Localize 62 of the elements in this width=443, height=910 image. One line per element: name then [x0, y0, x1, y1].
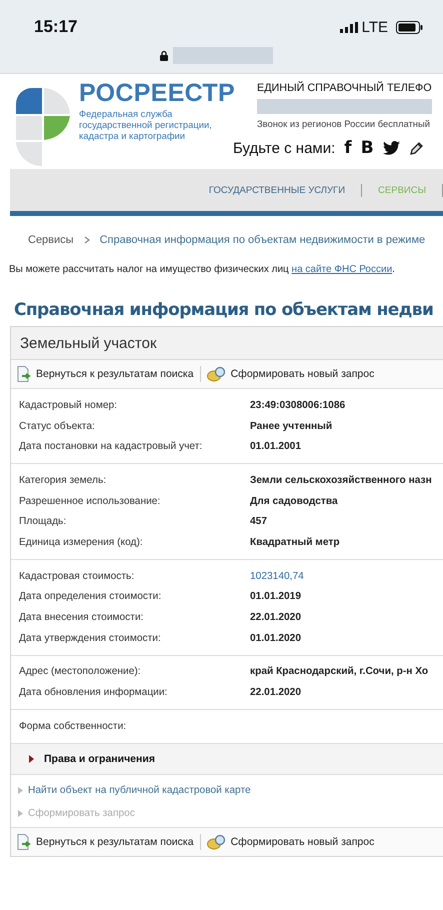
toolbar-button[interactable]: Сформировать новый запрос	[206, 366, 374, 382]
section-header[interactable]: Права и ограничения	[11, 744, 443, 775]
brand-name: РОСРЕЕСТР	[79, 78, 236, 108]
field-value: 01.01.2001	[250, 441, 301, 452]
field-value: Земли сельскохозяйственного назн	[250, 474, 432, 486]
field-value: Для садоводства	[250, 496, 338, 507]
nav-link[interactable]: ГОСУДАРСТВЕННЫЕ УСЛУГИ	[208, 184, 346, 196]
field-label: Категория земель:	[18, 474, 108, 486]
field-label: Дата внесения стоимости:	[18, 612, 144, 624]
social-label: Будьте с нами:	[233, 140, 336, 156]
battery-icon	[396, 20, 423, 34]
hotline-note: Звонок из регионов России бесплатный	[257, 117, 431, 130]
pencil-icon[interactable]	[408, 140, 424, 156]
field-label: Дата утверждения стоимости:	[18, 632, 162, 644]
signal-icon	[340, 22, 358, 32]
field-value: 23:49:0308006:1086	[250, 400, 346, 411]
document-icon	[17, 834, 32, 850]
panel-title: Земельный участок	[20, 334, 157, 352]
field-value: 01.01.2019	[250, 591, 301, 602]
chevron-icon	[84, 236, 90, 244]
field-value: Ранее учтенный	[250, 420, 332, 432]
toolbar-button[interactable]: Сформировать новый запрос	[206, 834, 374, 850]
toolbar-button[interactable]: Вернуться к результатам поиска	[17, 366, 194, 382]
field-value: край Краснодарский, г.Сочи, р-н Хо	[250, 666, 428, 678]
field-value: 01.01.2020	[250, 632, 301, 644]
field-label: Единица измерения (код):	[18, 536, 144, 548]
field-label: Форма собственности:	[18, 720, 128, 732]
field-label: Адрес (местоположение):	[18, 666, 142, 678]
field-label: Дата обновления информации:	[18, 687, 168, 698]
panel-link[interactable]: Найти объект на публичной кадастровой карте	[18, 778, 443, 802]
field-label: Кадастровый номер:	[18, 400, 118, 411]
hotline-title: ЕДИНЫЙ СПРАВОЧНЫЙ ТЕЛЕФО	[257, 80, 432, 96]
document-icon	[17, 366, 32, 382]
caret-icon	[18, 786, 23, 794]
value-link[interactable]: 1023140,74	[250, 570, 304, 582]
social-link[interactable]: В	[360, 138, 374, 158]
field-label: Кадастровая стоимость:	[18, 570, 136, 582]
field-label: Разрешенное использование:	[18, 496, 162, 507]
breadcrumb-link[interactable]: Сервисы	[28, 234, 74, 246]
field-value: 22.01.2020	[250, 612, 301, 624]
field-label: Дата определения стоимости:	[18, 591, 162, 602]
tax-notice: Вы можете рассчитать налог на имущество физических лиц на сайте ФНС России.	[9, 264, 396, 275]
fns-link[interactable]: на сайте ФНС России	[292, 264, 392, 275]
page-heading: Справочная информация по объектам недви	[14, 300, 434, 320]
agency-subtitle: Федеральная служба	[79, 108, 174, 119]
field-label: Статус объекта:	[18, 420, 96, 432]
clock-time: 15:17	[34, 17, 78, 37]
field-label: Дата постановки на кадастровый учет:	[18, 441, 204, 452]
network-label: LTE	[362, 18, 388, 36]
caret-icon	[28, 754, 34, 763]
field-value: Квадратный метр	[250, 536, 340, 548]
lock-icon	[160, 50, 168, 61]
breadcrumb-link[interactable]: Справочная информация по объектам недвижимости в режиме	[100, 234, 426, 246]
toolbar-button[interactable]: Вернуться к результатам поиска	[17, 834, 194, 850]
field-value: 22.01.2020	[250, 687, 301, 698]
social-link[interactable]: f	[344, 138, 352, 158]
caret-icon	[18, 810, 23, 817]
field-value: 457	[250, 516, 267, 528]
field-label: Площадь:	[18, 516, 68, 528]
agency-subtitle: государственной регистрации,	[79, 119, 213, 130]
agency-subtitle: кадастра и картографии	[79, 130, 186, 141]
bird-icon[interactable]	[382, 141, 400, 155]
